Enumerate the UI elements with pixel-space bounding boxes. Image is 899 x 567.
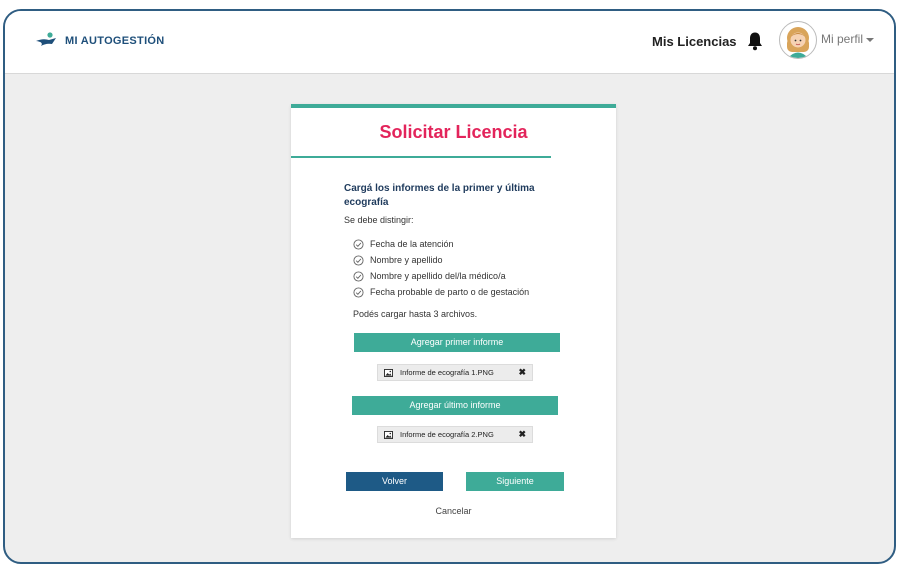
list-item: Fecha probable de parto o de gestación — [353, 284, 529, 300]
image-file-icon — [384, 430, 393, 439]
avatar-icon — [787, 27, 809, 58]
file-name: Informe de ecografía 2.PNG — [400, 430, 494, 439]
licencia-card: Solicitar Licencia Cargá los informes de… — [291, 104, 616, 538]
close-icon[interactable]: ✖ — [518, 367, 526, 378]
page-title: Solicitar Licencia — [379, 122, 528, 142]
brand-name: MI AUTOGESTIÓN — [65, 35, 165, 47]
file-name: Informe de ecografía 1.PNG — [400, 368, 494, 377]
avatar[interactable] — [779, 21, 817, 59]
section-heading: Cargá los informes de la primer y última… — [344, 183, 535, 208]
bell-icon[interactable] — [746, 31, 764, 51]
check-circle-icon — [353, 270, 364, 282]
next-button[interactable]: Siguiente — [466, 472, 564, 491]
add-last-report-button[interactable]: Agregar último informe — [352, 396, 558, 415]
cancel-link[interactable]: Cancelar — [291, 506, 616, 516]
section-subheading: Se debe distingir: — [344, 215, 414, 225]
brand[interactable]: MI AUTOGESTIÓN — [35, 32, 165, 50]
list-item-label: Nombre y apellido — [370, 255, 443, 265]
list-item-label: Fecha probable de parto o de gestación — [370, 287, 530, 297]
list-item: Fecha de la atención — [353, 236, 529, 252]
image-file-icon — [384, 368, 393, 377]
check-circle-icon — [353, 238, 364, 250]
list-item: Nombre y apellido del/la médico/a — [353, 268, 529, 284]
check-circle-icon — [353, 286, 364, 298]
file-chip-last: Informe de ecografía 2.PNG ✖ — [377, 426, 533, 443]
close-icon[interactable]: ✖ — [518, 429, 526, 440]
app-window: MI AUTOGESTIÓN Mis Licencias Mi perfil S… — [3, 9, 896, 564]
top-navbar: MI AUTOGESTIÓN Mis Licencias Mi perfil — [5, 11, 894, 74]
upload-limit-note: Podés cargar hasta 3 archivos. — [353, 309, 478, 319]
file-chip-first: Informe de ecografía 1.PNG ✖ — [377, 364, 533, 381]
add-first-report-button[interactable]: Agregar primer informe — [354, 333, 560, 352]
check-circle-icon — [353, 254, 364, 266]
profile-menu[interactable]: Mi perfil — [821, 32, 875, 46]
list-item: Nombre y apellido — [353, 252, 529, 268]
nav-mis-licencias[interactable]: Mis Licencias — [652, 34, 737, 49]
list-item-label: Fecha de la atención — [370, 239, 454, 249]
title-divider — [291, 156, 551, 158]
requirements-list: Fecha de la atención Nombre y apellido N… — [353, 236, 529, 300]
caret-down-icon — [866, 37, 875, 42]
list-item-label: Nombre y apellido del/la médico/a — [370, 271, 506, 281]
back-button[interactable]: Volver — [346, 472, 443, 491]
profile-label: Mi perfil — [821, 32, 864, 46]
autogestion-logo-icon — [36, 32, 56, 46]
